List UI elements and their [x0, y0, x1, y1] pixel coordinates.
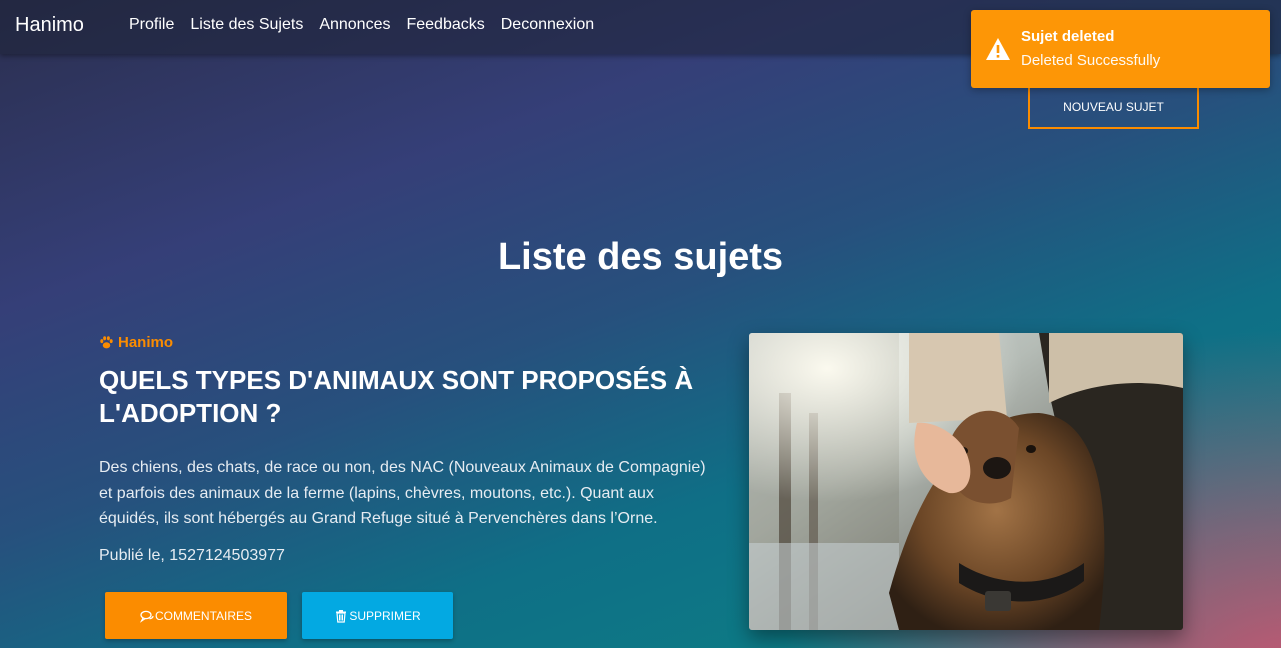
- comments-button-label: COMMENTAIRES: [154, 608, 253, 623]
- toast-title: Sujet deleted: [1021, 28, 1115, 45]
- post-title: QUELS TYPES D'ANIMAUX SONT PROPOSÉS À L'…: [99, 365, 694, 428]
- post-published-date: Publié le, 1527124503977: [99, 547, 285, 564]
- nav-link-liste-sujets[interactable]: Liste des Sujets: [190, 16, 303, 34]
- nav-link-deconnexion[interactable]: Deconnexion: [501, 16, 594, 34]
- paw-icon: [99, 335, 114, 350]
- delete-button-label: SUPPRIMER: [349, 608, 421, 623]
- toast-message: Deleted Successfully: [1021, 52, 1161, 69]
- toast-notification[interactable]: Sujet deleted Deleted Successfully: [971, 10, 1270, 88]
- comments-icon: [139, 609, 154, 623]
- delete-button[interactable]: SUPPRIMER: [302, 592, 453, 639]
- nav-link-annonces[interactable]: Annonces: [319, 16, 390, 34]
- nav-link-profile[interactable]: Profile: [129, 16, 174, 34]
- trash-icon: [334, 609, 348, 623]
- warning-icon: [985, 37, 1011, 61]
- new-subject-button[interactable]: NOUVEAU SUJET: [1028, 82, 1199, 129]
- post-description: Des chiens, des chats, de race ou non, d…: [99, 459, 706, 527]
- nav-links: Profile Liste des Sujets Annonces Feedba…: [129, 16, 594, 34]
- post-image: [749, 333, 1183, 630]
- post-category: Hanimo: [99, 334, 173, 351]
- brand-link[interactable]: Hanimo: [15, 14, 84, 37]
- post-category-label: Hanimo: [118, 334, 174, 351]
- nav-link-feedbacks[interactable]: Feedbacks: [406, 16, 484, 34]
- page-title: Liste des sujets: [497, 236, 784, 278]
- comments-button[interactable]: COMMENTAIRES: [105, 592, 287, 639]
